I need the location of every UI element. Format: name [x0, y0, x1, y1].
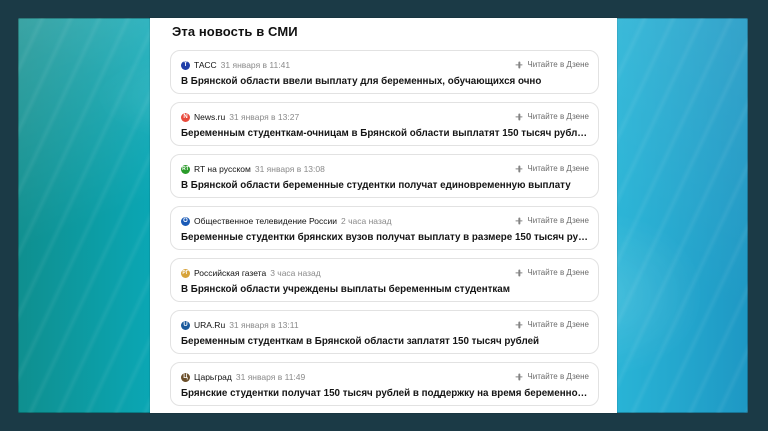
- read-in-dzen-label: Читайте в Дзене: [527, 320, 589, 329]
- rg-logo-icon: РГ: [181, 268, 190, 278]
- read-in-dzen-link[interactable]: Читайте в Дзене: [515, 319, 589, 331]
- read-in-dzen-label: Читайте в Дзене: [527, 372, 589, 381]
- read-in-dzen-label: Читайте в Дзене: [527, 60, 589, 69]
- published-time: 31 января в 11:49: [235, 372, 306, 382]
- news-card[interactable]: T ТАСС 31 января в 11:41 Читайте в Дзене…: [170, 50, 599, 94]
- source-name[interactable]: News.ru: [194, 110, 225, 124]
- source-name[interactable]: Общественное телевидение России: [194, 214, 337, 228]
- read-in-dzen-link[interactable]: Читайте в Дзене: [515, 111, 589, 123]
- news-headline[interactable]: Беременным студенткам-очницам в Брянской…: [181, 128, 588, 140]
- news-headline[interactable]: Брянские студентки получат 150 тысяч руб…: [181, 388, 588, 400]
- read-in-dzen-link[interactable]: Читайте в Дзене: [515, 267, 589, 279]
- read-in-dzen-link[interactable]: Читайте в Дзене: [515, 59, 589, 71]
- source-name[interactable]: Российская газета: [194, 266, 266, 280]
- news-panel-content: Эта новость в СМИ T ТАСС 31 января в 11:…: [170, 18, 599, 413]
- ura-logo-icon: U: [181, 320, 190, 330]
- tsargrad-logo-icon: Ц: [181, 372, 190, 382]
- plus-icon: [515, 165, 523, 173]
- news-headline[interactable]: В Брянской области учреждены выплаты бер…: [181, 284, 588, 296]
- otr-logo-icon: О: [181, 216, 190, 226]
- plus-icon: [515, 373, 523, 381]
- news-card[interactable]: RT RT на русском 31 января в 13:08 Читай…: [170, 154, 599, 198]
- source-name[interactable]: Царьград: [194, 370, 232, 384]
- news-card[interactable]: U URA.Ru 31 января в 13:11 Читайте в Дзе…: [170, 310, 599, 354]
- plus-icon: [515, 113, 523, 121]
- tass-logo-icon: T: [181, 60, 190, 70]
- news-headline[interactable]: Беременным студенткам в Брянской области…: [181, 336, 588, 348]
- bottom-indicator: [313, 409, 333, 412]
- published-time: 31 января в 13:27: [229, 112, 300, 122]
- plus-icon: [515, 269, 523, 277]
- news-card[interactable]: Ц Царьград 31 января в 11:49 Читайте в Д…: [170, 362, 599, 406]
- read-in-dzen-link[interactable]: Читайте в Дзене: [515, 163, 589, 175]
- plus-icon: [515, 321, 523, 329]
- published-time: 2 часа назад: [341, 216, 392, 226]
- plus-icon: [515, 61, 523, 69]
- read-in-dzen-label: Читайте в Дзене: [527, 112, 589, 121]
- read-in-dzen-link[interactable]: Читайте в Дзене: [515, 371, 589, 383]
- published-time: 31 января в 13:11: [229, 320, 299, 330]
- news-card[interactable]: О Общественное телевидение России 2 часа…: [170, 206, 599, 250]
- source-name[interactable]: URA.Ru: [194, 318, 225, 332]
- news-panel: Эта новость в СМИ T ТАСС 31 января в 11:…: [150, 18, 617, 413]
- source-name[interactable]: RT на русском: [194, 162, 251, 176]
- plus-icon: [515, 217, 523, 225]
- news-card[interactable]: N News.ru 31 января в 13:27 Читайте в Дз…: [170, 102, 599, 146]
- published-time: 31 января в 11:41: [220, 60, 291, 70]
- source-name[interactable]: ТАСС: [194, 58, 217, 72]
- newsru-logo-icon: N: [181, 112, 190, 122]
- published-time: 31 января в 13:08: [254, 164, 325, 174]
- news-card[interactable]: РГ Российская газета 3 часа назад Читайт…: [170, 258, 599, 302]
- news-headline[interactable]: В Брянской области беременные студентки …: [181, 180, 588, 192]
- screenshot-stage: Эта новость в СМИ T ТАСС 31 января в 11:…: [0, 0, 768, 431]
- read-in-dzen-label: Читайте в Дзене: [527, 268, 589, 277]
- news-headline[interactable]: В Брянской области ввели выплату для бер…: [181, 76, 588, 88]
- news-headline[interactable]: Беременные студентки брянских вузов полу…: [181, 232, 588, 244]
- read-in-dzen-label: Читайте в Дзене: [527, 216, 589, 225]
- section-title: Эта новость в СМИ: [172, 24, 298, 39]
- published-time: 3 часа назад: [270, 268, 321, 278]
- read-in-dzen-link[interactable]: Читайте в Дзене: [515, 215, 589, 227]
- read-in-dzen-label: Читайте в Дзене: [527, 164, 589, 173]
- rt-logo-icon: RT: [181, 164, 190, 174]
- news-list: T ТАСС 31 января в 11:41 Читайте в Дзене…: [170, 50, 599, 406]
